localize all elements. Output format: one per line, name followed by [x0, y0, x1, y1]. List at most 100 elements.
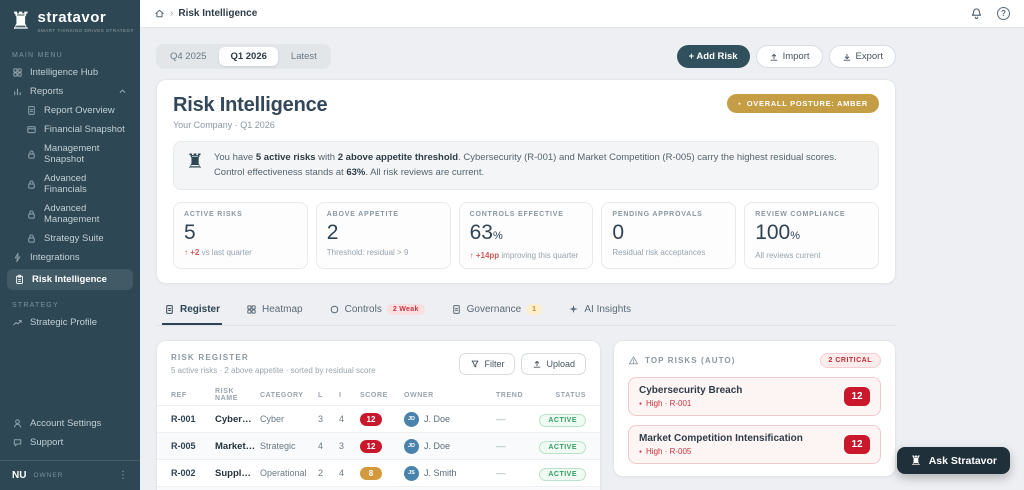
- risk-score-badge: 12: [844, 435, 870, 455]
- brand-tagline: SMART THINKING DRIVES STRATEGY: [37, 28, 134, 33]
- table-header: REF RISK NAME CATEGORY L I SCORE OWNER TREND STA…: [171, 388, 586, 403]
- chip-q1-2026[interactable]: Q1 2026: [219, 47, 278, 66]
- kpi-delta: ↑ +2: [184, 248, 200, 258]
- chip-latest[interactable]: Latest: [280, 47, 328, 66]
- table-row[interactable]: R-001 Cybersecurity Breach Cyber 3 4 12 …: [157, 405, 600, 432]
- download-icon: [842, 52, 852, 62]
- sidebar-item-label: Advanced Management: [44, 203, 100, 225]
- chat-icon: [12, 437, 23, 448]
- period-chip-group: Q4 2025 Q1 2026 Latest: [156, 44, 331, 69]
- sidebar-item-management-snapshot[interactable]: Management Snapshot: [0, 139, 140, 169]
- tab-controls[interactable]: Controls 2 Weak: [327, 298, 427, 325]
- lock-icon: [26, 149, 37, 160]
- kpi-value: 5: [184, 221, 196, 245]
- sidebar-item-integrations[interactable]: Integrations: [0, 248, 140, 267]
- kpi-pending-approvals: PENDING APPROVALS 0 Residual risk accept…: [601, 202, 737, 270]
- sidebar-item-report-overview[interactable]: Report Overview: [0, 101, 140, 120]
- kpi-value: 0: [612, 221, 625, 245]
- section-label-strategy: STRATEGY: [12, 302, 59, 309]
- avatar: JS: [404, 465, 419, 481]
- funnel-icon: [470, 359, 480, 369]
- app-window: ♜ stratavor SMART THINKING DRIVES STRATE…: [0, 0, 1024, 490]
- dot-icon: ●: [639, 400, 643, 407]
- score-badge: 12: [360, 412, 382, 426]
- sidebar-item-support[interactable]: Support: [0, 433, 140, 452]
- clipboard-icon: [14, 274, 25, 285]
- grid-icon: [246, 304, 257, 315]
- sidebar-item-label: Report Overview: [44, 105, 115, 116]
- user-footer: NU OWNER ⋮: [0, 460, 140, 490]
- tab-bar: Register Heatmap Controls 2 Weak Governa…: [156, 298, 896, 327]
- kpi-active-risks: ACTIVE RISKS 5 ↑ +2 vs last quarter: [173, 202, 308, 270]
- lock-icon: [26, 179, 37, 190]
- filter-button[interactable]: Filter: [459, 353, 516, 376]
- status-badge: ACTIVE: [539, 440, 586, 454]
- sidebar-item-reports[interactable]: Reports: [0, 82, 140, 101]
- tab-ai-insights[interactable]: AI Insights: [566, 298, 633, 325]
- sidebar-item-label: Risk Intelligence: [32, 274, 107, 285]
- sidebar-item-intelligence-hub[interactable]: Intelligence Hub: [0, 63, 140, 82]
- tab-register[interactable]: Register: [162, 298, 223, 326]
- sidebar-item-advanced-financials[interactable]: Advanced Financials: [0, 169, 140, 199]
- kpi-value: 2: [326, 221, 339, 245]
- import-button[interactable]: Import: [755, 45, 823, 68]
- sidebar-item-label: Support: [30, 437, 64, 448]
- dot-icon: ●: [738, 100, 742, 107]
- top-risks-card: TOP RISKS (AUTO) 2 CRITICAL Cybersecurit…: [613, 340, 896, 478]
- help-icon[interactable]: ?: [997, 7, 1010, 20]
- bell-icon[interactable]: [970, 7, 983, 20]
- sidebar-item-label: Financial Snapshot: [44, 124, 125, 135]
- page-subtitle: Your Company · Q1 2026: [173, 120, 275, 130]
- ask-stratavor-button[interactable]: ♜ Ask Stratavor: [897, 447, 1010, 474]
- critical-count-badge: 2 CRITICAL: [819, 353, 881, 369]
- brand-name: stratavor: [37, 9, 107, 26]
- table-row[interactable]: R-002 Supply Chain Disruption Operationa…: [157, 459, 600, 486]
- grid-icon: [12, 67, 23, 78]
- risk-register-card: RISK REGISTER 5 active risks · 2 above a…: [156, 340, 601, 490]
- table-row[interactable]: R-003 Regulatory Compliance Gap Complian…: [157, 486, 600, 490]
- circle-icon: [329, 304, 340, 315]
- sidebar-item-risk-intelligence[interactable]: Risk Intelligence: [7, 269, 133, 290]
- chip-q4-2025[interactable]: Q4 2025: [159, 47, 217, 66]
- sidebar-item-label: Strategy Suite: [44, 233, 104, 244]
- page-title: Risk Intelligence: [173, 94, 328, 116]
- score-badge: 8: [360, 466, 382, 480]
- status-badge: ACTIVE: [539, 413, 586, 427]
- overall-posture-badge: ● OVERALL POSTURE: AMBER: [727, 94, 879, 113]
- kpi-row: ACTIVE RISKS 5 ↑ +2 vs last quarter ABOV…: [173, 202, 879, 270]
- sidebar-item-label: Account Settings: [30, 418, 102, 429]
- upload-icon: [769, 52, 779, 62]
- bolt-icon: [12, 252, 23, 263]
- summary-banner: ♜ You have 5 active risks with 2 above a…: [173, 141, 879, 191]
- top-risk-item[interactable]: Market Competition Intensification ● High…: [628, 425, 881, 465]
- lock-icon: [26, 233, 37, 244]
- sidebar-item-advanced-management[interactable]: Advanced Management: [0, 199, 140, 229]
- topbar: › Risk Intelligence ?: [140, 0, 1024, 28]
- rook-icon: ♜: [910, 453, 922, 468]
- sidebar-item-label: Strategic Profile: [30, 317, 98, 328]
- document-icon: [451, 304, 462, 315]
- logo: ♜ stratavor SMART THINKING DRIVES STRATE…: [0, 0, 144, 42]
- sidebar-item-label: Advanced Financials: [44, 173, 87, 195]
- governance-badge: 1: [526, 304, 543, 316]
- document-icon: [164, 304, 175, 315]
- sidebar-item-account-settings[interactable]: Account Settings: [0, 414, 140, 433]
- score-badge: 12: [360, 439, 382, 453]
- table-row[interactable]: R-005 Market Competition Intensification…: [157, 432, 600, 460]
- sidebar-item-strategy-suite[interactable]: Strategy Suite: [0, 229, 140, 248]
- sidebar-item-strategic-profile[interactable]: Strategic Profile: [0, 313, 140, 332]
- breadcrumb-separator: ›: [170, 8, 174, 19]
- home-icon[interactable]: [154, 8, 165, 19]
- upload-button[interactable]: Upload: [521, 353, 586, 376]
- tab-heatmap[interactable]: Heatmap: [244, 298, 305, 325]
- sidebar-item-financial-snapshot[interactable]: Financial Snapshot: [0, 120, 140, 139]
- sidebar: ♜ stratavor SMART THINKING DRIVES STRATE…: [0, 0, 144, 490]
- add-risk-button[interactable]: + Add Risk: [676, 45, 750, 68]
- tab-governance[interactable]: Governance 1: [449, 298, 545, 325]
- export-button[interactable]: Export: [828, 45, 896, 68]
- kebab-menu-icon[interactable]: ⋮: [118, 470, 128, 481]
- kpi-value: 63%: [469, 221, 503, 245]
- card-icon: [26, 124, 37, 135]
- top-risk-item[interactable]: Cybersecurity Breach ● High · R-001 12: [628, 377, 881, 417]
